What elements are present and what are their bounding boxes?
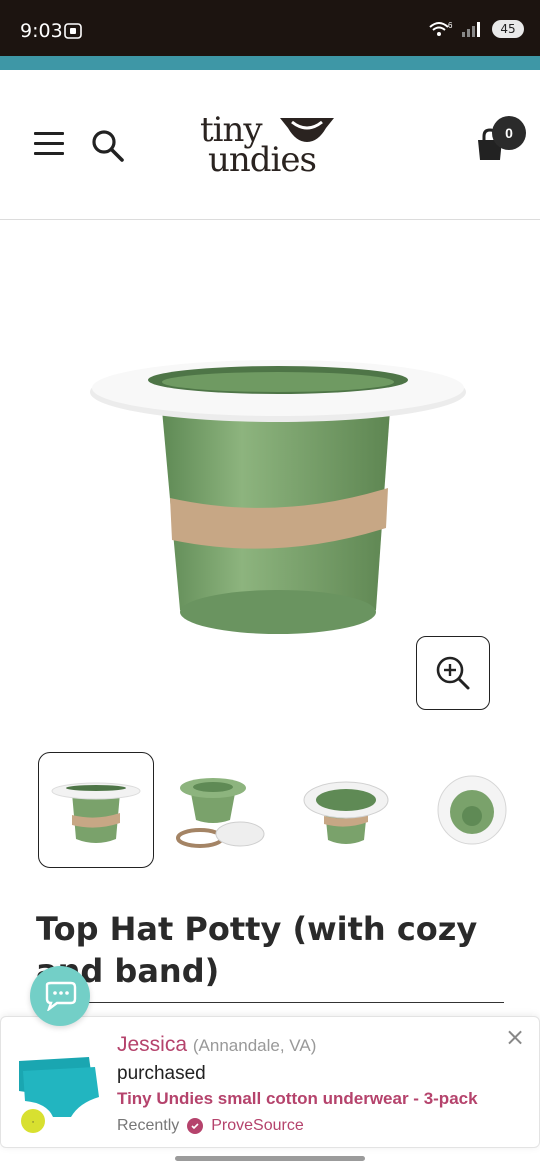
thumbnail-image	[176, 778, 265, 848]
thumbnail-gallery	[38, 752, 508, 870]
popup-customer-location: (Annandale, VA)	[192, 1036, 317, 1055]
svg-text:·: ·	[32, 1118, 35, 1128]
provesource-link[interactable]: ProveSource	[211, 1117, 304, 1135]
announcement-strip	[0, 56, 540, 70]
thumbnail-potty-top-angle[interactable]	[288, 752, 404, 868]
thumbnail-potty-front[interactable]	[38, 752, 154, 868]
logo-text-undies: undies	[208, 140, 317, 180]
status-icons: 6 45	[428, 20, 524, 38]
chat-button[interactable]	[30, 966, 90, 1026]
wifi-icon: 6	[429, 21, 453, 36]
search-icon[interactable]	[90, 128, 126, 164]
hamburger-menu-icon[interactable]	[34, 132, 64, 158]
zoom-in-icon	[436, 656, 470, 690]
battery-indicator: 45	[492, 20, 524, 38]
popup-recency: Recently	[117, 1117, 180, 1134]
divider	[36, 1002, 504, 1003]
popup-product-image: ·	[19, 1057, 99, 1133]
popup-footer: Recently ProveSource	[117, 1117, 304, 1135]
popup-customer-name: Jessica	[117, 1033, 188, 1056]
zoom-in-button[interactable]	[416, 636, 490, 710]
thumbnail-potty-parts[interactable]	[162, 752, 278, 868]
thumbnail-image	[51, 782, 141, 843]
popup-customer: Jessica (Annandale, VA)	[117, 1033, 316, 1057]
product-main-image[interactable]	[84, 350, 474, 650]
thumbnail-potty-top-down[interactable]	[414, 752, 530, 868]
status-time: 9:03	[20, 20, 63, 42]
chat-bubble-icon	[45, 981, 77, 1011]
signal-icon	[462, 22, 480, 37]
svg-text:6: 6	[448, 21, 453, 30]
screen-record-icon	[64, 23, 82, 39]
site-logo[interactable]: tiny undies	[196, 110, 346, 180]
thumbnail-image	[437, 775, 507, 845]
home-indicator[interactable]	[175, 1156, 365, 1161]
close-icon[interactable]: ×	[503, 1025, 527, 1049]
cart-count-badge[interactable]: 0	[492, 116, 526, 150]
popup-action-text: purchased	[117, 1063, 206, 1084]
site-header: tiny undies 0	[0, 70, 540, 220]
thumbnail-image	[303, 781, 389, 844]
status-bar: 9:03 6 45	[0, 0, 540, 56]
popup-product-link[interactable]: Tiny Undies small cotton underwear - 3-p…	[117, 1089, 478, 1109]
recent-purchase-popup[interactable]: · Jessica (Annandale, VA) purchased Tiny…	[0, 1016, 540, 1148]
verified-check-icon	[187, 1118, 204, 1134]
product-title: Top Hat Potty (with cozy and band)	[36, 910, 478, 990]
